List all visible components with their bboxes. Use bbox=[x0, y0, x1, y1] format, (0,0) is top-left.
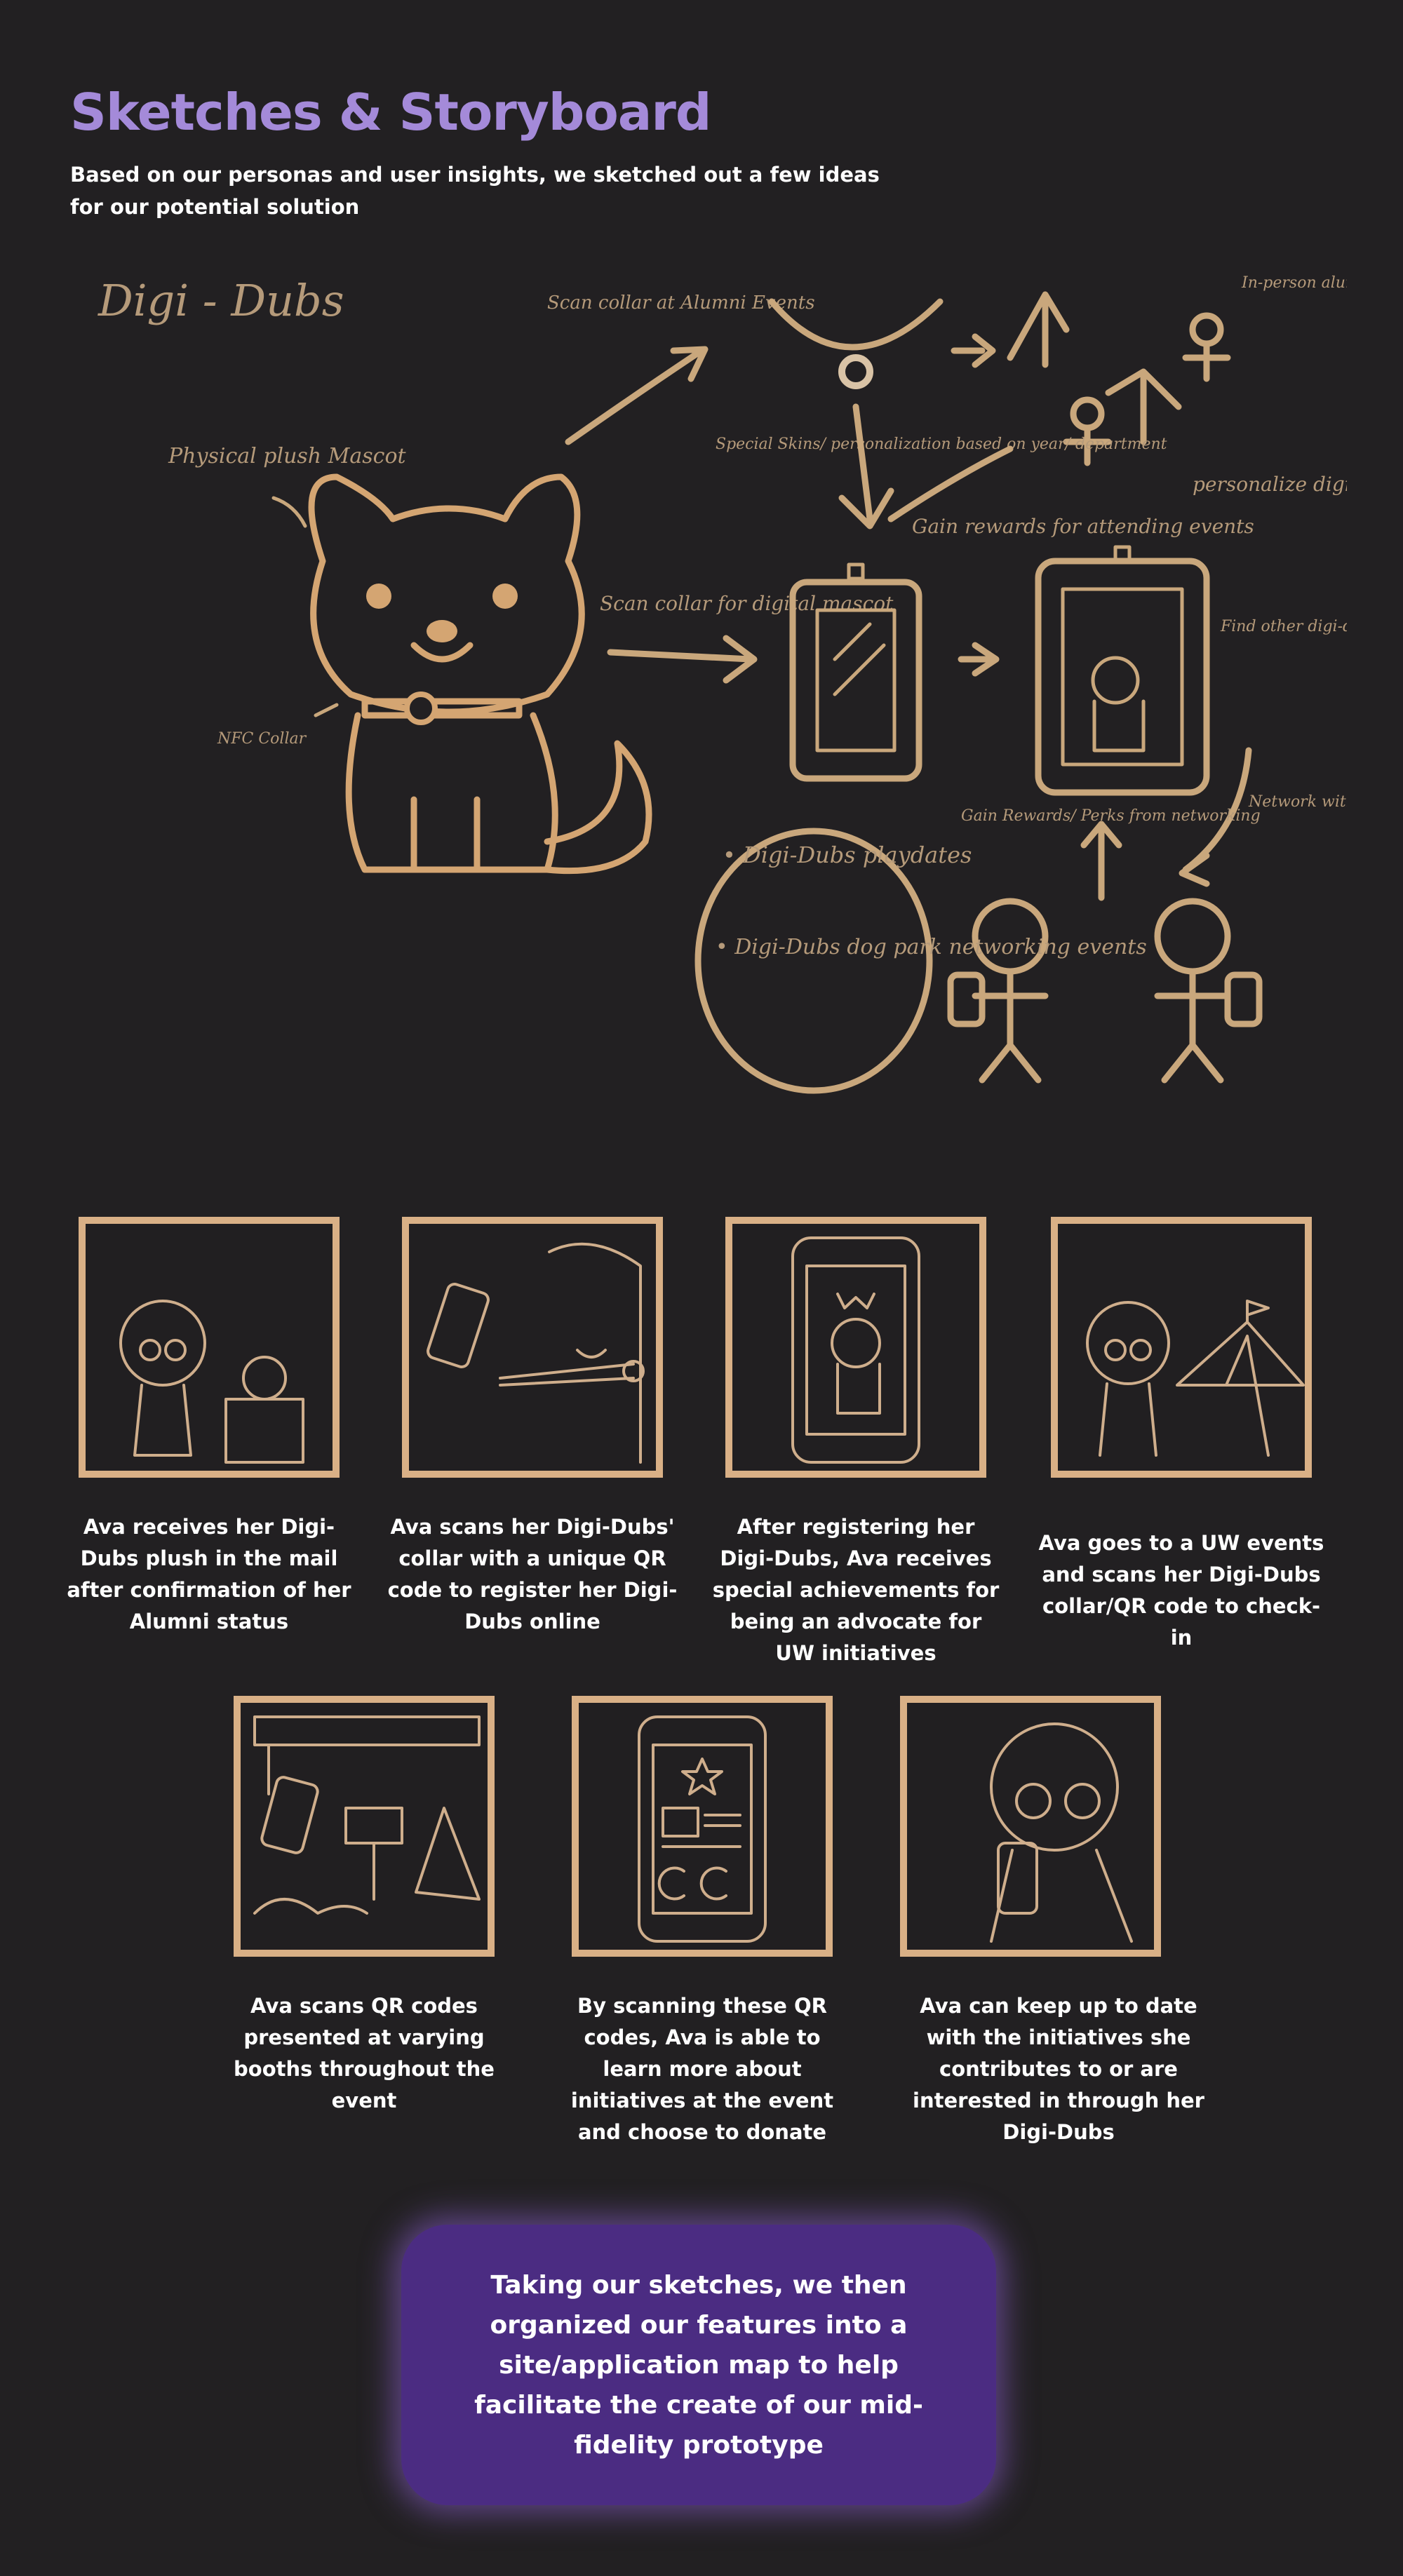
event-tent-icon bbox=[1086, 1300, 1305, 1457]
note-find-other: Find other digi-dubs with similar intere… bbox=[1220, 618, 1347, 635]
storyboard-caption-3: After registering her Digi-Dubs, Ava rec… bbox=[712, 1515, 1000, 1665]
page-title: Sketches & Storyboard bbox=[70, 83, 711, 142]
storyboard-frame-5 bbox=[234, 1696, 495, 1957]
note-special-skins: Special Skins/ personalization based on … bbox=[716, 436, 1167, 453]
plush-box-icon bbox=[119, 1300, 304, 1464]
storyboard-caption-1: Ava receives her Digi-Dubs plush in the … bbox=[67, 1515, 351, 1633]
storyboard-caption-2: Ava scans her Digi-Dubs' collar with a u… bbox=[387, 1515, 678, 1633]
note-dog-park: • Digi-Dubs dog park networking events bbox=[716, 935, 1147, 959]
concept-sketch: Digi - Dubs Physical plush Mascot NFC Co… bbox=[98, 274, 1347, 1094]
note-personalize: personalize digi-dubs bbox=[1193, 473, 1347, 496]
storyboard-frame-4 bbox=[1051, 1217, 1312, 1478]
intro-text: Based on our personas and user insights,… bbox=[70, 163, 880, 219]
note-in-person: In-person alumni events bbox=[1241, 274, 1347, 292]
networking-people-icon bbox=[947, 898, 1263, 1084]
tablet-mascot-icon bbox=[1035, 545, 1210, 796]
note-gain-perks: Gain Rewards/ Perks from networking bbox=[961, 807, 1261, 825]
note-network: Network with digi-dubs bbox=[1248, 793, 1347, 811]
storyboard-caption-7: Ava can keep up to date with the initiat… bbox=[913, 1994, 1204, 2144]
brand-label: Digi - Dubs bbox=[98, 275, 344, 326]
storyboard-caption-6: By scanning these QR codes, Ava is able … bbox=[570, 1994, 834, 2144]
storyboard-frame-3 bbox=[725, 1217, 986, 1478]
phone-mascot-icon bbox=[791, 1236, 920, 1464]
storyboard-caption-5: Ava scans QR codes presented at varying … bbox=[234, 1994, 495, 2112]
note-gain-rewards: Gain rewards for attending events bbox=[912, 515, 1254, 538]
storyboard-frame-2 bbox=[402, 1217, 663, 1478]
booth-qr-icon bbox=[253, 1715, 481, 1915]
storyboard-frame-1 bbox=[79, 1217, 340, 1478]
ideas-bubble: • Digi-Dubs playdates • Digi-Dubs dog pa… bbox=[694, 828, 1147, 1094]
ava-phone-icon bbox=[990, 1722, 1133, 1943]
mascot-dog-icon bbox=[308, 473, 652, 875]
storyboard-frame-7 bbox=[900, 1696, 1161, 1957]
storyboard-caption-4: Ava goes to a UW events and scans her Di… bbox=[1038, 1531, 1324, 1650]
next-step-callout: Taking our sketches, we then organized o… bbox=[401, 2225, 996, 2505]
note-nfc-collar: NFC Collar bbox=[217, 730, 307, 748]
storyboard-frame-6 bbox=[572, 1696, 833, 1957]
note-physical-plush: Physical plush Mascot bbox=[168, 444, 406, 468]
phone-initiative-icon bbox=[638, 1715, 767, 1943]
note-playdates: • Digi-Dubs playdates bbox=[723, 842, 972, 868]
callout-text: Taking our sketches, we then organized o… bbox=[474, 2270, 923, 2460]
phone-scan-collar-icon bbox=[427, 1242, 645, 1464]
